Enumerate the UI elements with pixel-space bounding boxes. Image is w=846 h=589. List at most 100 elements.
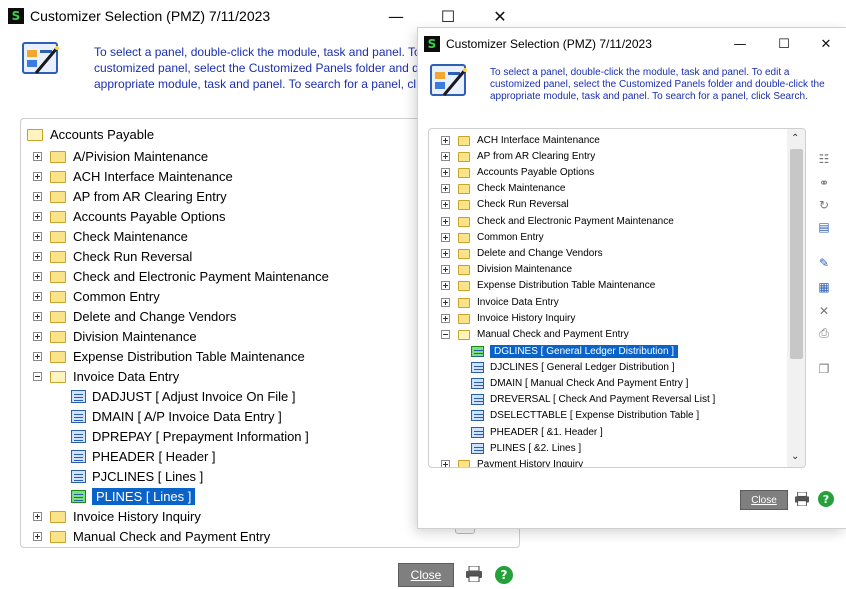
expand-icon[interactable] (441, 460, 450, 467)
folder-icon (458, 264, 470, 275)
expand-icon[interactable] (33, 212, 42, 221)
tree-folder[interactable]: Accounts Payable Options (33, 209, 225, 224)
expand-icon[interactable] (441, 298, 450, 307)
expand-icon[interactable] (33, 512, 42, 521)
print-icon[interactable] (465, 566, 483, 582)
tree-panel-item[interactable]: PLINES [ &2. Lines ] (471, 443, 581, 454)
expand-icon[interactable] (33, 352, 42, 361)
expand-icon[interactable] (33, 172, 42, 181)
delete-icon[interactable]: ✕ (816, 304, 832, 318)
print-icon[interactable]: ⎙ (816, 326, 832, 340)
scrollbar-thumb[interactable] (790, 149, 803, 359)
tree-folder-open[interactable]: Manual Check and Payment Entry (441, 329, 629, 340)
tree-folder[interactable]: AP from AR Clearing Entry (441, 151, 595, 162)
expand-icon[interactable] (33, 292, 42, 301)
expand-icon[interactable] (441, 136, 450, 145)
expand-icon[interactable] (33, 252, 42, 261)
tree-folder[interactable]: Payment History Inquiry (441, 459, 583, 467)
tree-panel-item[interactable]: DJCLINES [ General Ledger Distribution ] (471, 362, 675, 373)
expand-icon[interactable] (33, 312, 42, 321)
preview-icon[interactable]: ▦ (816, 280, 832, 294)
folder-label: ACH Interface Maintenance (477, 135, 600, 146)
tree-panel-item[interactable]: PJCLINES [ Lines ] (71, 469, 203, 484)
tree-folder[interactable]: Accounts Payable Options (441, 167, 594, 178)
front-maximize-button[interactable]: ☐ (764, 28, 804, 60)
tree-folder[interactable]: Common Entry (33, 289, 160, 304)
expand-icon[interactable] (441, 200, 450, 209)
expand-icon[interactable] (441, 233, 450, 242)
print-icon[interactable] (794, 492, 810, 506)
help-icon[interactable]: ? (495, 566, 513, 584)
tree-panel-item-selected[interactable]: PLINES [ Lines ] (71, 488, 196, 505)
vertical-scrollbar[interactable]: ⌃ ⌄ (787, 129, 805, 467)
back-minimize-button[interactable]: — (376, 0, 416, 32)
expand-icon[interactable] (441, 168, 450, 177)
tree-folder[interactable]: Check Run Reversal (441, 199, 569, 210)
expand-icon[interactable] (441, 152, 450, 161)
tree-folder[interactable]: Delete and Change Vendors (33, 309, 236, 324)
expand-icon[interactable] (441, 314, 450, 323)
tree-folder[interactable]: AP from AR Clearing Entry (33, 189, 227, 204)
tree-panel-item[interactable]: DMAIN [ Manual Check And Payment Entry ] (471, 378, 688, 389)
edit-icon[interactable]: ✎ (816, 256, 832, 270)
panel-icon (71, 490, 86, 503)
expand-icon[interactable] (33, 332, 42, 341)
binoculars-icon[interactable]: ⚭ (816, 176, 832, 190)
tree-panel-item[interactable]: PHEADER [ Header ] (71, 449, 216, 464)
expand-icon[interactable] (441, 281, 450, 290)
front-minimize-button[interactable]: — (720, 28, 760, 60)
tree-folder[interactable]: Common Entry (441, 232, 544, 243)
tree-folder[interactable]: Expense Distribution Table Maintenance (441, 280, 655, 291)
tree-folder[interactable]: Manual Check and Payment Entry (33, 529, 270, 544)
tree-panel-item[interactable]: DSELECTTABLE [ Expense Distribution Tabl… (471, 410, 699, 421)
front-close-button[interactable]: Close (740, 490, 788, 510)
tree-folder[interactable]: Invoice Data Entry (441, 297, 559, 308)
back-close-button[interactable]: Close (398, 563, 454, 587)
expand-icon[interactable] (33, 152, 42, 161)
tree-panel-item[interactable]: DADJUST [ Adjust Invoice On File ] (71, 389, 296, 404)
refresh-icon[interactable]: ↻ (816, 198, 832, 212)
expand-icon[interactable] (441, 217, 450, 226)
back-window-title: Customizer Selection (PMZ) 7/11/2023 (30, 8, 271, 24)
tree-folder[interactable]: Check Maintenance (33, 229, 188, 244)
folder-icon (458, 248, 470, 259)
panel-icon[interactable]: ▤ (816, 220, 832, 234)
tree-folder[interactable]: Check Maintenance (441, 183, 565, 194)
tree-icon[interactable]: ☷ (816, 152, 832, 166)
tree-folder[interactable]: Expense Distribution Table Maintenance (33, 349, 305, 364)
front-close-window-button[interactable]: ✕ (806, 28, 846, 60)
tree-folder[interactable]: Check Run Reversal (33, 249, 192, 264)
tree-panel-item-selected[interactable]: DGLINES [ General Ledger Distribution ] (471, 345, 679, 358)
tree-folder[interactable]: Check and Electronic Payment Maintenance (441, 216, 674, 227)
tree-folder[interactable]: Division Maintenance (441, 264, 572, 275)
tree-folder[interactable]: Invoice History Inquiry (441, 313, 575, 324)
tree-folder[interactable]: Delete and Change Vendors (441, 248, 603, 259)
sage-app-icon: S (8, 8, 24, 24)
tree-folder[interactable]: ACH Interface Maintenance (33, 169, 233, 184)
expand-icon[interactable] (441, 249, 450, 258)
expand-icon[interactable] (441, 184, 450, 193)
expand-icon[interactable] (33, 272, 42, 281)
copy-icon[interactable]: ❐ (816, 362, 832, 376)
tree-panel-item[interactable]: DPREPAY [ Prepayment Information ] (71, 429, 309, 444)
tree-folder[interactable]: Division Maintenance (33, 329, 197, 344)
tree-panel-item[interactable]: PHEADER [ &1. Header ] (471, 427, 603, 438)
tree-folder[interactable]: Invoice History Inquiry (33, 509, 201, 524)
tree-root-accounts-payable[interactable]: Accounts Payable (27, 127, 154, 142)
front-module-tree[interactable]: ACH Interface Maintenance AP from AR Cle… (428, 128, 806, 468)
tree-folder-open[interactable]: Invoice Data Entry (33, 369, 179, 384)
expand-icon[interactable] (441, 265, 450, 274)
tree-folder[interactable]: Check and Electronic Payment Maintenance (33, 269, 329, 284)
tree-panel-item[interactable]: DREVERSAL [ Check And Payment Reversal L… (471, 394, 715, 405)
help-icon[interactable]: ? (818, 491, 834, 507)
tree-folder[interactable]: ACH Interface Maintenance (441, 135, 600, 146)
scroll-up-icon[interactable]: ⌃ (791, 133, 799, 144)
collapse-icon[interactable] (33, 372, 42, 381)
tree-panel-item[interactable]: DMAIN [ A/P Invoice Data Entry ] (71, 409, 282, 424)
collapse-icon[interactable] (441, 330, 450, 339)
expand-icon[interactable] (33, 232, 42, 241)
expand-icon[interactable] (33, 532, 42, 541)
tree-folder[interactable]: A/Pivision Maintenance (33, 149, 208, 164)
expand-icon[interactable] (33, 192, 42, 201)
scroll-down-icon[interactable]: ⌄ (791, 451, 799, 462)
